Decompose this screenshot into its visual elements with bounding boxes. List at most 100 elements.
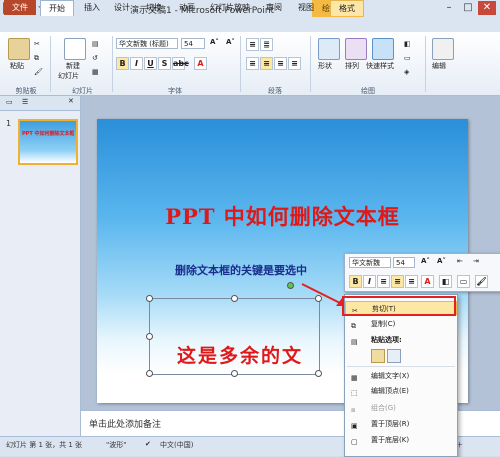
- menu-item-label: 编辑文字(X): [371, 372, 410, 380]
- italic-button[interactable]: I: [130, 57, 143, 70]
- mini-bold-button[interactable]: B: [349, 275, 362, 288]
- outline-tab-icon[interactable]: ☰: [22, 98, 28, 106]
- language[interactable]: 中文(中国): [160, 440, 193, 450]
- menu-item-send-back[interactable]: ▢ 置于底层(K): [345, 433, 457, 447]
- menu-item-label: 组合(G): [371, 404, 396, 412]
- quick-styles-icon[interactable]: [372, 38, 394, 60]
- justify-button[interactable]: ≡: [288, 57, 301, 70]
- resize-handle[interactable]: [315, 370, 322, 377]
- grow-font-icon[interactable]: A˄: [210, 38, 219, 46]
- tab-review[interactable]: 审阅: [262, 0, 286, 15]
- tab-design[interactable]: 设计: [110, 0, 134, 15]
- panel-close-icon[interactable]: ✕: [68, 97, 74, 105]
- resize-handle[interactable]: [231, 370, 238, 377]
- new-slide-label[interactable]: 新建: [66, 61, 80, 71]
- resize-handle[interactable]: [146, 333, 153, 340]
- cut-icon[interactable]: ✂: [34, 40, 40, 48]
- font-size-combo[interactable]: 54: [181, 38, 205, 49]
- strikethrough-button[interactable]: abc: [172, 57, 189, 70]
- tab-slideshow[interactable]: 幻灯片放映: [205, 0, 255, 15]
- close-button[interactable]: ✕: [478, 1, 496, 15]
- clipboard-group-label: 剪贴板: [15, 87, 37, 95]
- mini-format-painter-icon[interactable]: 🖌: [475, 275, 488, 288]
- quick-styles-label[interactable]: 快速样式: [366, 61, 394, 71]
- menu-item-edit-points[interactable]: ⬚ 编辑顶点(E): [345, 384, 457, 398]
- find-icon[interactable]: [432, 38, 454, 60]
- notes-placeholder[interactable]: 单击此处添加备注: [89, 417, 161, 430]
- shapes-label[interactable]: 形状: [318, 61, 332, 71]
- resize-handle[interactable]: [146, 295, 153, 302]
- bold-button[interactable]: B: [116, 57, 129, 70]
- shape-effects-icon[interactable]: ◈: [404, 68, 409, 76]
- mini-fill-icon[interactable]: ◧: [439, 275, 452, 288]
- tab-file[interactable]: 文件: [4, 0, 36, 15]
- mini-font-combo[interactable]: 华文新魏: [349, 257, 391, 268]
- slides-group-label: 幻灯片: [72, 87, 93, 95]
- reset-icon[interactable]: ↺: [92, 54, 98, 62]
- align-left-button[interactable]: ≡: [246, 57, 259, 70]
- slide-subtitle[interactable]: 删除文本框的关键是要选中: [175, 262, 307, 278]
- tab-transitions[interactable]: 切换: [142, 0, 166, 15]
- menu-item-edit-text[interactable]: ▦ 编辑文字(X): [345, 369, 457, 383]
- selected-textbox[interactable]: [149, 298, 320, 375]
- send-back-icon: ▢: [351, 438, 358, 446]
- format-painter-icon[interactable]: 🖌: [34, 68, 43, 76]
- spell-check-icon[interactable]: ✔: [145, 440, 151, 448]
- mini-align-center-button[interactable]: ≡: [391, 275, 404, 288]
- mini-font-color-button[interactable]: A: [421, 275, 434, 288]
- menu-item-copy[interactable]: ⧉ 复制(C): [345, 317, 457, 331]
- shrink-font-icon[interactable]: A˅: [226, 38, 235, 46]
- tab-view[interactable]: 视图: [294, 0, 318, 15]
- resize-handle[interactable]: [231, 295, 238, 302]
- paste-label[interactable]: 粘贴: [10, 61, 24, 71]
- paste-keep-format-icon[interactable]: [371, 349, 385, 363]
- mini-outline-icon[interactable]: ▭: [457, 275, 470, 288]
- mini-grow-font-icon[interactable]: A˄: [421, 257, 430, 265]
- paste-icon[interactable]: [8, 38, 30, 60]
- numbering-button[interactable]: ≣: [260, 38, 273, 51]
- font-group-label: 字体: [168, 87, 182, 95]
- mini-outdent-icon[interactable]: ⇥: [473, 257, 479, 265]
- align-center-button[interactable]: ≡: [260, 57, 273, 70]
- menu-item-bring-front[interactable]: ▣ 置于顶层(R): [345, 417, 457, 431]
- slide-label[interactable]: 幻灯片: [58, 71, 79, 81]
- layout-icon[interactable]: ▤: [92, 40, 99, 48]
- tab-home[interactable]: 开始: [40, 0, 74, 16]
- font-color-button[interactable]: A: [194, 57, 207, 70]
- mini-align-left-button[interactable]: ≡: [377, 275, 390, 288]
- section-icon[interactable]: ▦: [92, 68, 99, 76]
- mini-size-combo[interactable]: 54: [393, 257, 415, 268]
- shapes-icon[interactable]: [318, 38, 340, 60]
- tab-format[interactable]: 格式: [330, 0, 364, 16]
- arrange-label[interactable]: 排列: [345, 61, 359, 71]
- align-right-button[interactable]: ≡: [274, 57, 287, 70]
- slide-thumbnail[interactable]: PPT 中如何删除文本框: [18, 119, 78, 165]
- font-name-combo[interactable]: 华文新魏 (标题): [116, 38, 178, 49]
- ribbon-tabs: [0, 17, 500, 33]
- new-slide-icon[interactable]: [64, 38, 86, 60]
- mini-shrink-font-icon[interactable]: A˅: [437, 257, 446, 265]
- maximize-button[interactable]: □: [459, 1, 477, 15]
- underline-button[interactable]: U: [144, 57, 157, 70]
- slides-tab-icon[interactable]: ▭: [6, 98, 13, 106]
- menu-item-group[interactable]: ⧈ 组合(G): [345, 401, 457, 415]
- paste-picture-icon[interactable]: [387, 349, 401, 363]
- shape-outline-icon[interactable]: ▭: [404, 54, 411, 62]
- arrange-icon[interactable]: [345, 38, 367, 60]
- mini-align-right-button[interactable]: ≡: [405, 275, 418, 288]
- group-separator: [50, 36, 51, 92]
- tab-insert[interactable]: 插入: [80, 0, 104, 15]
- minimize-button[interactable]: –: [440, 1, 458, 15]
- tab-animations[interactable]: 动画: [175, 0, 199, 15]
- edit-label[interactable]: 编辑: [432, 61, 446, 71]
- copy-icon[interactable]: ⧉: [34, 54, 39, 63]
- slide-title[interactable]: PPT 中如何删除文本框: [97, 201, 468, 231]
- mini-toolbar: 华文新魏 54 A˄ A˅ ⇤ ⇥ B I ≡ ≡ ≡ A ◧ ▭ 🖌: [344, 253, 500, 292]
- bullets-button[interactable]: ≡: [246, 38, 259, 51]
- shadow-button[interactable]: S: [158, 57, 171, 70]
- mini-indent-icon[interactable]: ⇤: [457, 257, 463, 265]
- mini-italic-button[interactable]: I: [363, 275, 376, 288]
- shape-fill-icon[interactable]: ◧: [404, 40, 411, 48]
- resize-handle[interactable]: [146, 370, 153, 377]
- rotation-handle[interactable]: [287, 282, 294, 289]
